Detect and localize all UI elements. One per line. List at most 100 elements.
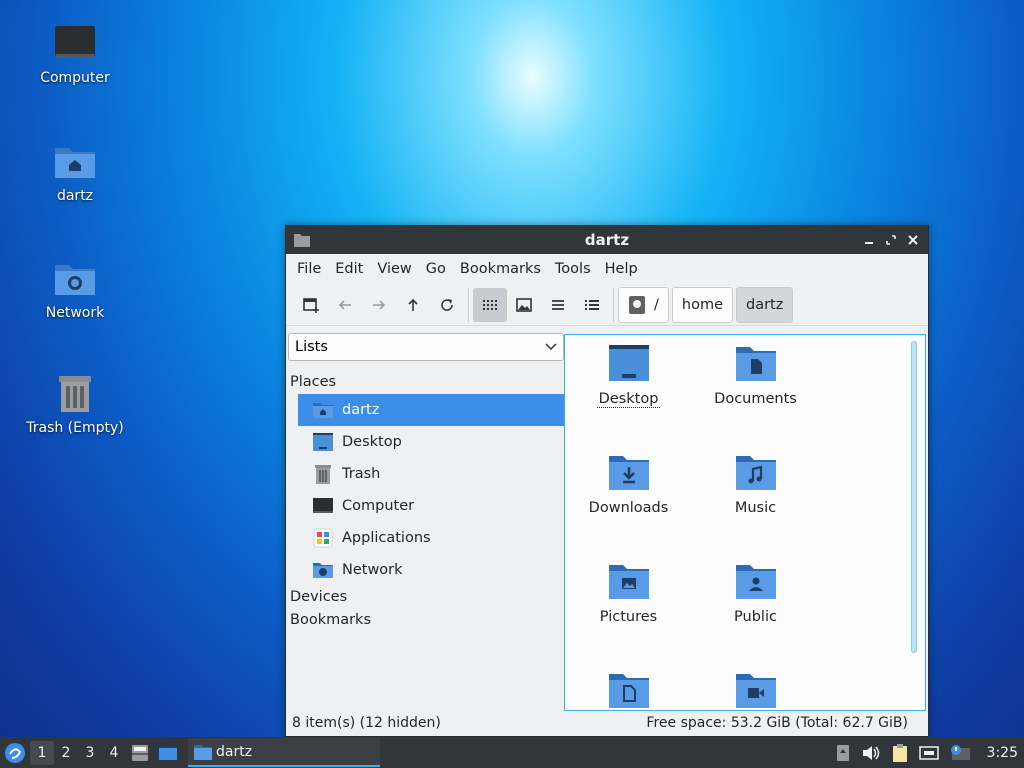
clock[interactable]: 3:25: [987, 745, 1018, 761]
desktop-icon-label: Computer: [40, 70, 110, 86]
file-item-documents[interactable]: Documents: [692, 335, 819, 407]
start-menu-button[interactable]: [0, 737, 30, 768]
public-folder-icon: [735, 565, 776, 599]
arrow-left-icon: [338, 299, 351, 310]
up-button[interactable]: [396, 288, 430, 322]
maximize-button[interactable]: [882, 231, 900, 249]
file-item-videos[interactable]: [692, 662, 819, 710]
music-folder-icon: [735, 456, 776, 490]
bookmarks-header[interactable]: Bookmarks: [288, 609, 564, 632]
devices-header[interactable]: Devices: [288, 586, 564, 609]
reload-button[interactable]: [430, 288, 464, 322]
toolbar-separator: [613, 287, 614, 322]
detail-view-button[interactable]: [575, 288, 609, 322]
file-item-desktop[interactable]: Desktop: [565, 335, 692, 408]
arrow-up-icon: [408, 298, 418, 311]
place-network[interactable]: Network: [298, 554, 564, 586]
network-connection-icon[interactable]: [918, 744, 939, 762]
menu-view[interactable]: View: [370, 261, 418, 277]
workspace-4[interactable]: 4: [102, 741, 126, 765]
thumbnail-view-button[interactable]: [507, 288, 541, 322]
path-root-button[interactable]: /: [618, 286, 669, 323]
place-trash[interactable]: Trash: [298, 458, 564, 490]
videos-folder-icon: [735, 674, 776, 708]
file-item-templates[interactable]: [565, 662, 692, 710]
desktop-icon-label: Network: [45, 305, 105, 321]
menu-edit[interactable]: Edit: [328, 261, 370, 277]
desktop-icon-network[interactable]: Network: [15, 257, 135, 321]
menu-file[interactable]: File: [290, 261, 328, 277]
menu-bookmarks[interactable]: Bookmarks: [453, 261, 548, 277]
documents-folder-icon: [735, 347, 776, 381]
place-label: Network: [342, 562, 403, 578]
arrow-right-icon: [373, 299, 386, 310]
downloads-folder-icon: [608, 456, 649, 490]
file-item-pictures[interactable]: Pictures: [565, 553, 692, 625]
new-tab-button[interactable]: [294, 288, 328, 322]
toolbar-separator: [468, 287, 469, 322]
compact-view-button[interactable]: [541, 288, 575, 322]
forward-button[interactable]: [362, 288, 396, 322]
home-folder-icon: [55, 148, 95, 178]
file-item-music[interactable]: Music: [692, 444, 819, 516]
clipboard-icon[interactable]: [891, 743, 909, 763]
notification-icon[interactable]: [949, 744, 971, 762]
desktop-icon-label: dartz: [56, 188, 94, 204]
show-desktop-button[interactable]: [154, 739, 182, 767]
network-folder-icon: [313, 563, 333, 578]
desktop-icon: [159, 745, 177, 760]
titlebar[interactable]: dartz: [286, 226, 928, 254]
desktop-icon-trash[interactable]: Trash (Empty): [15, 372, 135, 436]
system-tray: 3:25: [835, 743, 1024, 763]
removable-drive-icon[interactable]: [835, 744, 851, 762]
side-pane-mode-value: Lists: [295, 339, 328, 355]
free-space: Free space: 53.2 GiB (Total: 62.7 GiB): [646, 715, 908, 731]
workspace-3[interactable]: 3: [78, 741, 102, 765]
place-desktop[interactable]: Desktop: [298, 426, 564, 458]
taskbar-task-dartz[interactable]: dartz: [188, 738, 380, 767]
minimize-button[interactable]: [860, 231, 878, 249]
file-item-downloads[interactable]: Downloads: [565, 444, 692, 516]
file-manager-launcher[interactable]: [126, 739, 154, 767]
close-button[interactable]: [904, 231, 922, 249]
image-icon: [516, 297, 532, 312]
file-manager-icon: [132, 744, 148, 761]
icon-view-button[interactable]: [473, 287, 507, 322]
file-item-public[interactable]: Public: [692, 553, 819, 625]
restore-icon: [886, 235, 896, 245]
status-bar: 8 item(s) (12 hidden) Free space: 53.2 G…: [286, 710, 928, 736]
file-view[interactable]: Desktop Documents Downloads Music Pictur…: [564, 334, 926, 711]
menu-help[interactable]: Help: [598, 261, 645, 277]
pictures-folder-icon: [608, 565, 649, 599]
workspace-1[interactable]: 1: [30, 740, 54, 765]
path-crumb-home[interactable]: home: [671, 286, 733, 323]
scrollbar[interactable]: [911, 341, 917, 653]
monitor-icon: [55, 26, 95, 58]
new-tab-icon: [303, 297, 319, 313]
place-computer[interactable]: Computer: [298, 490, 564, 522]
reload-icon: [441, 298, 453, 311]
desktop-icon-home[interactable]: dartz: [15, 140, 135, 204]
monitor-icon: [313, 498, 333, 513]
place-applications[interactable]: Applications: [298, 522, 564, 554]
back-button[interactable]: [328, 288, 362, 322]
workspace-2[interactable]: 2: [54, 741, 78, 765]
menu-go[interactable]: Go: [419, 261, 453, 277]
menubar: File Edit View Go Bookmarks Tools Help: [286, 254, 928, 284]
volume-icon[interactable]: [861, 744, 881, 762]
trash-icon: [315, 465, 331, 484]
item-count: 8 item(s) (12 hidden): [292, 715, 441, 731]
menu-tools[interactable]: Tools: [548, 261, 598, 277]
desktop-folder-icon: [608, 345, 649, 381]
places-header[interactable]: Places: [288, 371, 564, 394]
applications-icon: [313, 528, 333, 548]
minimize-icon: [865, 242, 873, 244]
trash-icon: [59, 376, 91, 412]
side-pane: Lists Places dartz Desktop Trash Compute…: [288, 333, 564, 710]
side-pane-mode-select[interactable]: Lists: [288, 333, 564, 361]
task-label: dartz: [216, 743, 253, 760]
place-home[interactable]: dartz: [298, 394, 564, 426]
desktop-icon-computer[interactable]: Computer: [15, 22, 135, 86]
path-crumb-dartz[interactable]: dartz: [736, 286, 794, 323]
list-compact-icon: [552, 299, 564, 310]
